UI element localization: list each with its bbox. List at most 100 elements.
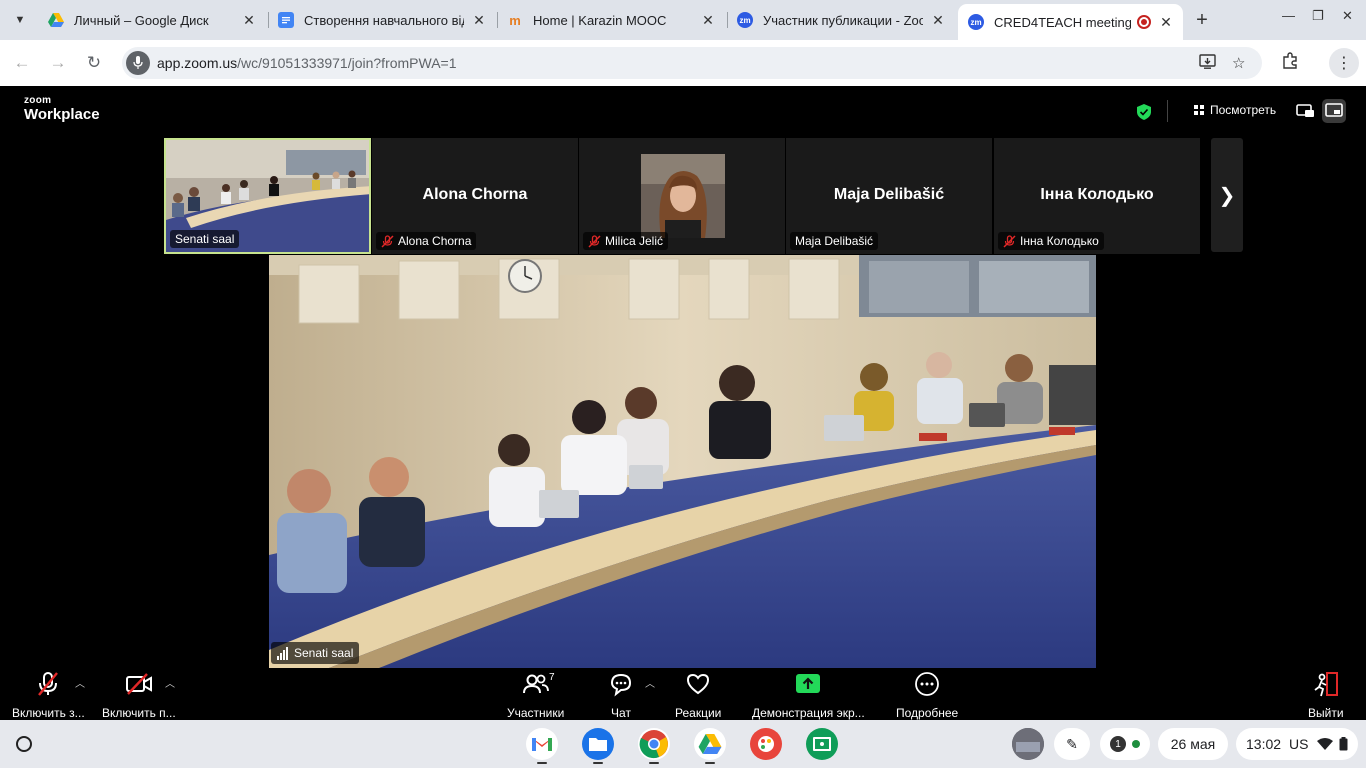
participant-label: Інна Колодько bbox=[998, 232, 1104, 250]
address-bar[interactable]: app.zoom.us/wc/91051333971/join?fromPWA=… bbox=[122, 47, 1262, 79]
tab-title: Home | Karazin MOOC bbox=[533, 12, 667, 28]
conference-room-video bbox=[269, 255, 1096, 668]
maximize-icon[interactable]: ❐ bbox=[1312, 8, 1324, 24]
security-shield-icon[interactable] bbox=[1137, 104, 1151, 120]
url-text: app.zoom.us/wc/91051333971/join?fromPWA=… bbox=[157, 55, 457, 71]
app-running-indicator bbox=[537, 762, 547, 764]
close-tab-icon[interactable]: ✕ bbox=[1157, 13, 1175, 31]
reactions-button[interactable]: Реакции bbox=[675, 666, 721, 720]
video-options-chevron-up-icon[interactable]: ︿ bbox=[165, 675, 175, 690]
share-screen-button[interactable]: Демонстрация экр... bbox=[752, 666, 865, 720]
pen-tools-button[interactable]: ✎ bbox=[1054, 728, 1090, 760]
tab-cred4teach-meeting[interactable]: zm CRED4TEACH meeting ✕ bbox=[958, 4, 1183, 40]
participant-label: Maja Delibašić bbox=[790, 232, 879, 250]
gmail-icon[interactable] bbox=[526, 728, 558, 760]
main-video[interactable] bbox=[269, 255, 1096, 668]
next-page-button[interactable]: ❯ bbox=[1211, 138, 1243, 252]
participant-name: Інна Колодько bbox=[1040, 186, 1154, 203]
pip-window-icon[interactable] bbox=[1296, 102, 1316, 120]
google-drive-icon bbox=[48, 12, 64, 28]
participant-name: Maja Delibašić bbox=[833, 186, 945, 203]
fullscreen-button[interactable] bbox=[1322, 99, 1346, 123]
tab-search-icon[interactable]: ▼ bbox=[8, 8, 32, 32]
participant-label: Alona Chorna bbox=[376, 232, 477, 250]
leave-button[interactable]: Выйти bbox=[1308, 666, 1344, 720]
video-off-icon bbox=[125, 673, 152, 695]
participant-tile-maja-delibasic[interactable]: Maja Delibašić Maja Delibašić bbox=[786, 138, 992, 254]
participants-count: 7 bbox=[549, 672, 555, 683]
more-label: Подробнее bbox=[896, 706, 959, 720]
app-running-indicator bbox=[649, 762, 659, 764]
recording-icon bbox=[1137, 15, 1151, 29]
close-tab-icon[interactable]: ✕ bbox=[699, 11, 717, 29]
notification-count: 1 bbox=[1110, 736, 1126, 752]
mic-muted-icon bbox=[38, 672, 59, 696]
mic-options-chevron-up-icon[interactable]: ︿ bbox=[75, 675, 85, 690]
notifications-button[interactable]: 1 bbox=[1100, 728, 1150, 760]
grid-view-icon bbox=[1194, 105, 1204, 115]
install-app-icon[interactable] bbox=[1199, 54, 1216, 74]
browser-menu-icon[interactable]: ⋮ bbox=[1329, 48, 1359, 78]
tab-title: Участник публикации - Zoo bbox=[763, 12, 923, 28]
chat-button[interactable]: Чат bbox=[608, 666, 634, 720]
back-button[interactable]: ← bbox=[10, 51, 34, 75]
minimize-icon[interactable]: — bbox=[1282, 8, 1295, 23]
more-button[interactable]: Подробнее bbox=[896, 666, 958, 720]
holding-space-thumbnail[interactable] bbox=[1012, 728, 1044, 760]
chat-options-chevron-up-icon[interactable]: ︿ bbox=[645, 675, 655, 690]
main-video-label: Senati saal bbox=[271, 642, 360, 664]
classroom-icon[interactable] bbox=[806, 728, 838, 760]
participant-tile-alona-chorna[interactable]: Alona Chorna Alona Chorna bbox=[372, 138, 578, 254]
muted-mic-icon bbox=[1003, 234, 1016, 248]
canvas-icon[interactable] bbox=[750, 728, 782, 760]
zoom-meeting: zoom Workplace Посмотреть Senati saal Al… bbox=[0, 86, 1366, 720]
view-button[interactable]: Посмотреть bbox=[1194, 103, 1276, 117]
tab-title: Личный – Google Диск bbox=[74, 12, 209, 28]
start-video-label: Включить п... bbox=[102, 706, 176, 720]
extensions-icon[interactable] bbox=[1282, 52, 1299, 74]
view-label: Посмотреть bbox=[1210, 103, 1277, 117]
participant-label: Senati saal bbox=[170, 230, 240, 248]
os-shelf: ✎ 1 26 мая 13:02 US bbox=[0, 720, 1366, 768]
share-screen-label: Демонстрация экр... bbox=[752, 706, 865, 720]
participants-button[interactable]: Участники bbox=[507, 666, 564, 720]
app-running-indicator bbox=[593, 762, 603, 764]
zoom-icon: zm bbox=[968, 14, 984, 30]
reactions-label: Реакции bbox=[675, 706, 722, 720]
header-divider bbox=[1167, 100, 1168, 122]
chrome-icon[interactable] bbox=[638, 728, 670, 760]
leave-label: Выйти bbox=[1308, 706, 1344, 720]
launcher-icon[interactable] bbox=[16, 736, 32, 752]
participant-tile-senati-saal[interactable]: Senati saal bbox=[164, 138, 371, 254]
browser-toolbar: ← → ↻ app.zoom.us/wc/91051333971/join?fr… bbox=[0, 40, 1366, 86]
files-icon[interactable] bbox=[582, 728, 614, 760]
date-button[interactable]: 26 мая bbox=[1158, 728, 1228, 760]
google-drive-icon[interactable] bbox=[694, 728, 726, 760]
participant-tile-inna-kolodko[interactable]: Інна Колодько Інна Колодько bbox=[994, 138, 1200, 254]
system-tray[interactable]: 13:02 US bbox=[1236, 728, 1358, 760]
screen-layout-icon bbox=[1325, 103, 1343, 117]
tab-google-drive[interactable]: Личный – Google Диск ✕ bbox=[38, 4, 266, 36]
share-screen-icon bbox=[796, 674, 821, 693]
pen-icon: ✎ bbox=[1066, 735, 1078, 752]
bookmark-star-icon[interactable]: ☆ bbox=[1232, 54, 1245, 72]
close-tab-icon[interactable]: ✕ bbox=[470, 11, 488, 29]
new-tab-button[interactable]: + bbox=[1191, 9, 1213, 31]
tab-zoom-publication[interactable]: zm Участник публикации - Zoo ✕ bbox=[727, 4, 955, 36]
tab-google-docs[interactable]: Створення навчального від ✕ bbox=[268, 4, 496, 36]
site-info-icon[interactable] bbox=[126, 51, 150, 75]
close-tab-icon[interactable]: ✕ bbox=[240, 11, 258, 29]
close-tab-icon[interactable]: ✕ bbox=[929, 11, 947, 29]
participants-label: Участники bbox=[507, 706, 565, 720]
reload-button[interactable]: ↻ bbox=[82, 51, 106, 75]
participant-tile-milica-jelic[interactable]: Milica Jelić bbox=[579, 138, 785, 254]
unmute-label: Включить з... bbox=[12, 706, 85, 720]
unmute-button[interactable]: Включить з... bbox=[12, 666, 85, 720]
chevron-right-icon: ❯ bbox=[1218, 184, 1236, 207]
close-window-icon[interactable]: ✕ bbox=[1342, 8, 1353, 24]
forward-button[interactable]: → bbox=[46, 51, 70, 75]
status-dot-icon bbox=[1132, 740, 1140, 748]
tab-karazin-mooc[interactable]: m Home | Karazin MOOC ✕ bbox=[497, 4, 725, 36]
zoom-icon: zm bbox=[737, 12, 753, 28]
wifi-icon bbox=[1316, 738, 1333, 750]
